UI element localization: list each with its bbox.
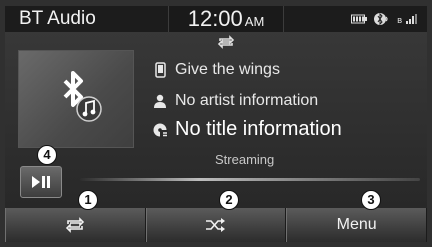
head-unit-screen: BT Audio 12:00 AM ʙ Give the wings No ar… <box>0 0 432 247</box>
callout-4: 4 <box>37 145 57 165</box>
title-row: No title information <box>151 118 342 141</box>
repeat-button[interactable] <box>5 208 146 242</box>
repeat-icon <box>66 217 85 233</box>
artist-row: No artist information <box>151 92 318 110</box>
battery-icon <box>351 14 367 24</box>
svg-text:ʙ: ʙ <box>397 16 402 25</box>
repeat-indicator-icon <box>217 35 235 49</box>
callout-2: 2 <box>219 190 239 210</box>
streaming-label: Streaming <box>215 152 275 167</box>
shuffle-button[interactable] <box>145 208 287 242</box>
progress-bar <box>80 178 420 181</box>
status-bar: BT Audio 12:00 AM ʙ <box>5 6 427 32</box>
album-art <box>18 50 134 148</box>
bottom-button-bar: Menu <box>5 208 427 242</box>
song-row: Give the wings <box>151 61 280 79</box>
person-icon <box>151 94 169 108</box>
play-pause-button[interactable] <box>20 166 62 198</box>
phone-icon <box>151 62 169 78</box>
artist-name: No artist information <box>175 92 319 109</box>
callout-1: 1 <box>78 190 98 210</box>
menu-button[interactable]: Menu <box>286 208 427 242</box>
clock-ampm: AM <box>244 14 265 29</box>
song-name: Give the wings <box>175 61 280 78</box>
disc-icon <box>151 122 169 138</box>
status-icons: ʙ <box>351 12 417 26</box>
signal-icon: ʙ <box>397 14 417 25</box>
shuffle-icon <box>206 218 225 232</box>
clock[interactable]: 12:00 AM <box>168 6 284 32</box>
track-title: No title information <box>175 118 342 140</box>
bluetooth-phone-icon <box>374 12 388 26</box>
callout-3: 3 <box>361 190 381 210</box>
menu-label: Menu <box>336 216 377 233</box>
bluetooth-music-icon <box>63 71 102 122</box>
source-title: BT Audio <box>19 8 96 29</box>
clock-time: 12:00 <box>187 6 243 31</box>
play-pause-icon <box>32 176 50 188</box>
